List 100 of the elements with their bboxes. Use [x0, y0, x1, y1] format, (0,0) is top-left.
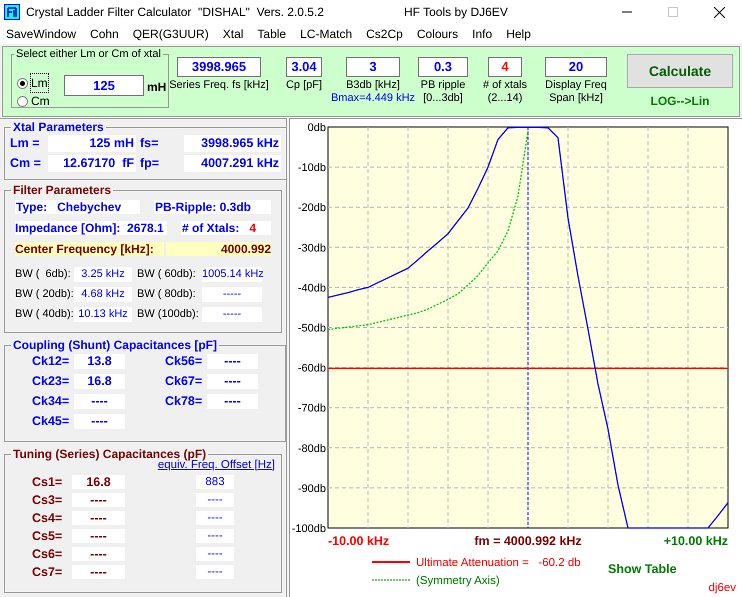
capacitance-label: Ck67= — [165, 374, 204, 389]
input-field[interactable]: 4 — [488, 57, 522, 77]
frequency-offset: ---- — [196, 511, 234, 525]
axis-label: 0db — [308, 122, 326, 134]
capacitance-value: ---- — [207, 374, 258, 389]
menu-item[interactable]: Cohn — [90, 25, 119, 43]
capacitance-value: ---- — [207, 394, 258, 409]
signature-text: dj6ev — [708, 582, 736, 594]
capacitance-value: 16.8 — [74, 374, 125, 389]
show-table-link[interactable]: Show Table — [608, 562, 677, 576]
group-title: Select either Lm or Cm of xtal — [15, 48, 162, 60]
capacitance-value: ---- — [74, 394, 125, 409]
menu-item[interactable]: LC-Match — [300, 25, 352, 43]
input-field[interactable]: 3 — [346, 57, 400, 77]
axis-label: -90db — [298, 482, 326, 495]
legend-line — [372, 561, 410, 563]
axis-label: +10.00 kHz — [664, 534, 728, 548]
input-field[interactable]: 3998.965 — [177, 57, 261, 77]
axis-label: -70db — [298, 402, 326, 415]
frequency-offset: ---- — [196, 547, 234, 561]
bandwidth-label: BW ( 6db): — [15, 267, 72, 282]
axis-label: -40db — [298, 282, 326, 294]
menu-item[interactable]: Help — [506, 25, 531, 43]
center-frequency-label: Center Frequency [kHz]: — [15, 242, 164, 256]
bandwidth-label: BW ( 40db): — [15, 307, 74, 322]
capacitance-label: Cs1= — [32, 475, 64, 489]
menu-item[interactable]: Info — [472, 25, 492, 43]
group-title: Coupling (Shunt) Capacitances [pF] — [12, 338, 218, 352]
menu-item[interactable]: QER(G3UUR) — [132, 25, 209, 43]
parameter-value: 4007.291 kHz — [184, 155, 281, 172]
capacitance-label: Cs3= — [32, 493, 64, 507]
parameter-label: Cm = — [10, 155, 42, 172]
parameter-value: 12.67170 fF — [48, 155, 136, 172]
field-label: Cp [pF] — [286, 79, 322, 92]
frequency-offset: 883 — [196, 475, 234, 489]
bandwidth-label: BW (100db): — [136, 307, 200, 322]
field-label: # of xtals — [482, 79, 528, 92]
mode-link[interactable]: LOG-->Lin — [650, 92, 710, 110]
capacitance-label: Ck78= — [165, 394, 204, 409]
capacitance-label: Cs7= — [32, 565, 64, 579]
bandwidth-label: BW ( 60db): — [136, 267, 197, 282]
center-frequency-value: 4000.992 — [166, 242, 271, 256]
menu-item[interactable]: Table — [257, 25, 286, 43]
bandwidth-value: ----- — [202, 287, 262, 302]
input-field[interactable]: 3.04 — [286, 57, 322, 77]
ripple-value: PB-Ripple: 0.3db — [154, 200, 271, 214]
capacitance-value: ---- — [207, 354, 258, 369]
axis-label: -50db — [298, 322, 326, 334]
xtal-count: 4 — [249, 221, 256, 235]
parameter-value: 125 mH — [48, 135, 136, 152]
capacitance-label: Cs4= — [32, 511, 64, 525]
unit-label: mH — [147, 79, 166, 96]
field-note: Bmax=4.449 kHz — [330, 92, 416, 105]
frequency-offset: ---- — [196, 529, 234, 543]
capacitance-value: 16.8 — [72, 475, 125, 489]
legend-text: Ultimate Attenuation = -60.2 db — [416, 557, 581, 569]
field-label: Span [kHz] — [549, 92, 603, 105]
bandwidth-value: 4.68 kHz — [74, 287, 132, 302]
capacitance-label: Cs5= — [32, 529, 64, 543]
window-subtitle: HF Tools by DJ6EV — [404, 4, 508, 21]
frequency-offset: ---- — [196, 565, 234, 579]
radio-option[interactable]: Lm — [17, 76, 50, 90]
calculate-button[interactable]: Calculate — [627, 54, 733, 88]
capacitance-label: Cs6= — [32, 547, 64, 561]
axis-label: -10.00 kHz — [328, 534, 390, 548]
parameter-label: fs= — [140, 135, 160, 152]
xtal-count-label: # of Xtals: — [182, 221, 240, 235]
field-label: (2...14) — [488, 92, 522, 105]
menu-item[interactable]: Colours — [416, 25, 458, 43]
capacitance-value: ---- — [72, 493, 125, 507]
window-title: Crystal Ladder Filter Calculator "DISHAL" Vers. 2.0.5.2 — [26, 4, 325, 21]
bandwidth-label: BW ( 20db): — [15, 287, 74, 302]
field-label: Series Freq. fs [kHz] — [169, 79, 269, 92]
axis-label: -100db — [292, 523, 326, 535]
field-label: [0...3db] — [423, 92, 463, 105]
menu-item[interactable]: Cs2Cp — [366, 25, 403, 43]
parameter-label: fp= — [140, 155, 160, 172]
radio-option[interactable]: Cm — [17, 94, 50, 108]
frequency-offset: ---- — [196, 493, 234, 507]
bandwidth-value: 1005.14 kHz — [202, 267, 262, 282]
parameter-label: Lm = — [10, 135, 41, 152]
capacitance-label: Ck23= — [32, 374, 70, 389]
field-label: Display Freq — [545, 79, 607, 92]
capacitance-label: Ck45= — [32, 414, 70, 429]
axis-label: -30db — [298, 242, 326, 254]
capacitance-value: ---- — [72, 565, 125, 579]
group-title: Filter Parameters — [12, 183, 112, 197]
menu-item[interactable]: SaveWindow — [6, 25, 76, 43]
bandwidth-value: ----- — [202, 307, 262, 322]
capacitance-label: Ck56= — [165, 354, 204, 369]
value-field[interactable]: 125 — [64, 75, 144, 96]
menu-item[interactable]: Xtal — [222, 25, 244, 43]
field-label: B3db [kHz] — [346, 79, 400, 92]
group-title: Tuning (Series) Capacitances (pF) — [12, 447, 206, 461]
input-field[interactable]: 20 — [545, 57, 607, 77]
capacitance-value: ---- — [74, 414, 125, 429]
axis-title: fm = 4000.992 kHz — [474, 534, 582, 548]
group-title: Xtal Parameters — [12, 120, 105, 134]
bandwidth-value: 3.25 kHz — [74, 267, 132, 282]
input-field[interactable]: 0.3 — [418, 57, 468, 77]
